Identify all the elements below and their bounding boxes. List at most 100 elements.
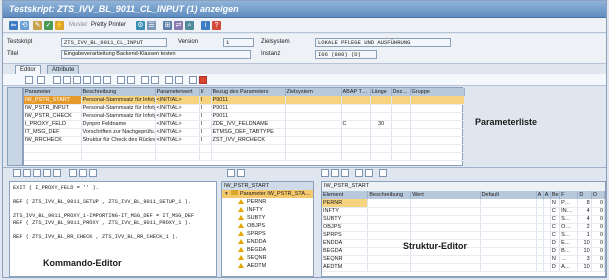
code-line[interactable]: REF ( ZTS_IVV_BL_9011_SETUP , ZTS_IVV_BL… xyxy=(13,199,213,206)
params-cell[interactable] xyxy=(410,104,465,113)
struct-cell[interactable] xyxy=(410,231,481,240)
struct-row[interactable]: AEDTM D A… 10 0 xyxy=(322,263,605,272)
paste-icon[interactable] xyxy=(73,76,81,84)
params-cell[interactable]: <INITIAL> xyxy=(155,128,200,137)
struct-cell[interactable]: S… xyxy=(559,215,579,224)
struct-col-header[interactable]: Wert xyxy=(410,191,481,199)
details-icon[interactable] xyxy=(25,76,33,84)
params-cell[interactable]: IW_PSTR_CHECK xyxy=(24,112,82,121)
expand-tree-icon[interactable] xyxy=(227,169,235,177)
struct-cell[interactable]: IN… xyxy=(559,207,579,216)
struct-cell[interactable] xyxy=(367,215,412,224)
struct-cell[interactable]: PERNR xyxy=(322,199,369,208)
params-cell[interactable] xyxy=(341,112,371,121)
params-cell[interactable]: P9011 xyxy=(211,104,286,113)
params-cell[interactable] xyxy=(410,112,465,121)
params-empty-cell[interactable] xyxy=(341,144,371,153)
struct-append-icon[interactable] xyxy=(331,169,339,177)
params-empty-cell[interactable] xyxy=(391,152,411,161)
tree-node[interactable]: INFTY xyxy=(222,206,313,214)
struct-cell[interactable] xyxy=(543,263,551,272)
struct-cell[interactable] xyxy=(367,207,412,216)
struct-cell[interactable]: 10 xyxy=(577,247,592,256)
params-cell[interactable]: <INITIAL> xyxy=(155,120,200,129)
export-icon[interactable] xyxy=(175,76,183,84)
search-command-icon[interactable] xyxy=(69,169,77,177)
struct-cell[interactable]: B… xyxy=(559,247,579,256)
struct-cell[interactable] xyxy=(480,231,537,240)
struct-cell[interactable]: SEQNR xyxy=(322,255,369,264)
params-cell[interactable]: I xyxy=(199,128,212,137)
paste-command-icon[interactable] xyxy=(33,169,41,177)
params-cell[interactable] xyxy=(285,120,342,129)
code-line[interactable] xyxy=(13,206,213,213)
params-empty-cell[interactable] xyxy=(211,152,286,161)
params-empty-cell[interactable] xyxy=(341,152,371,161)
params-empty-cell[interactable] xyxy=(81,144,156,153)
params-cell[interactable]: Vorschriften zur Nachgeprüfu… xyxy=(81,128,156,137)
params-row[interactable]: IW_PSTR_CHECK Personal-Stammsatz für Info… xyxy=(24,112,465,121)
params-col-header[interactable]: Parameter xyxy=(24,88,82,96)
struct-row[interactable]: SUBTY C S… 4 0 xyxy=(322,215,605,224)
params-empty-cell[interactable] xyxy=(24,152,82,161)
nav-icon[interactable]: ☰ xyxy=(147,20,156,30)
struct-layout-icon[interactable] xyxy=(379,169,387,177)
struct-cell[interactable]: 10 xyxy=(577,239,592,248)
params-col-header[interactable]: Beschreibung xyxy=(81,88,156,96)
params-empty-cell[interactable] xyxy=(24,144,82,153)
params-cell[interactable] xyxy=(285,104,342,113)
params-cell[interactable] xyxy=(285,128,342,137)
params-cell[interactable]: P9011 xyxy=(211,96,286,105)
params-cell[interactable] xyxy=(391,136,411,145)
struct-col-header[interactable]: F xyxy=(559,191,579,199)
params-cell[interactable] xyxy=(410,120,465,129)
params-cell[interactable] xyxy=(410,136,465,145)
params-cell[interactable]: <INITIAL> xyxy=(155,104,200,113)
tree-node[interactable]: OBJPS xyxy=(222,222,313,230)
code-line[interactable] xyxy=(13,227,213,234)
pattern-icon[interactable] xyxy=(79,169,87,177)
struct-cell[interactable] xyxy=(543,199,551,208)
struct-cell[interactable]: SUBTY xyxy=(322,215,369,224)
params-cell[interactable] xyxy=(391,128,411,137)
testskript-field[interactable]: ZTS_IVV_BL_9011_CL_INPUT xyxy=(61,38,167,47)
struct-cell[interactable]: N xyxy=(550,199,561,208)
display-change-icon[interactable]: ✎ xyxy=(33,20,42,30)
struct-col-header[interactable]: D xyxy=(577,191,592,199)
params-cell[interactable]: IW_PSTR_START xyxy=(24,96,82,105)
code-line[interactable]: ZTS_IVV_BL_9011_PROXY_1-IMPORTING-IT_MSG… xyxy=(13,213,213,220)
undo-icon[interactable] xyxy=(103,76,111,84)
params-cell[interactable] xyxy=(370,104,392,113)
params-cell[interactable]: I xyxy=(199,136,212,145)
version-field[interactable]: 1 xyxy=(223,38,254,47)
struct-cell[interactable] xyxy=(480,199,537,208)
params-row[interactable]: I_PROXY_FELD Dynpro Feldname <INITIAL> I ZDE… xyxy=(24,120,465,129)
struct-cell[interactable]: 10 xyxy=(577,263,592,272)
params-cell[interactable]: IW_PSTR_INPUT xyxy=(24,104,82,113)
struct-cell[interactable]: A… xyxy=(559,263,579,272)
code-line[interactable]: REF ( ZTS_IVV_BL_9011_PROXY , ZTS_IVV_BL… xyxy=(13,220,213,227)
struct-cell[interactable]: 0 xyxy=(591,215,605,224)
command-code[interactable]: EXIT ( I_PROXY_FELD = '' ). REF ( ZTS_IVV… xyxy=(10,182,216,244)
params-cell[interactable]: Personal-Stammsatz für Infoty… xyxy=(81,112,156,121)
struct-cell[interactable] xyxy=(480,223,537,232)
params-cell[interactable] xyxy=(285,136,342,145)
struct-cell[interactable]: OBJPS xyxy=(322,223,369,232)
params-cell[interactable] xyxy=(341,96,371,105)
struct-cell[interactable]: 2 xyxy=(577,223,592,232)
params-row[interactable]: IW_PSTR_START Personal-Stammsatz für Info… xyxy=(24,96,465,105)
params-cell[interactable]: ZST_IVV_RRCHECK xyxy=(211,136,286,145)
struct-cell[interactable]: 0 xyxy=(591,255,605,264)
struct-cell[interactable] xyxy=(367,231,412,240)
params-empty-cell[interactable] xyxy=(370,144,392,153)
struct-cell[interactable]: N xyxy=(550,255,561,264)
struct-cell[interactable] xyxy=(536,215,544,224)
struct-cell[interactable] xyxy=(543,239,551,248)
struct-cell[interactable]: D xyxy=(550,239,561,248)
struct-cell[interactable] xyxy=(367,199,412,208)
sort-asc-icon[interactable] xyxy=(117,76,125,84)
params-cell[interactable] xyxy=(370,112,392,121)
comment-icon[interactable] xyxy=(89,169,97,177)
struct-cell[interactable]: 0 xyxy=(591,199,605,208)
params-cell[interactable] xyxy=(370,136,392,145)
